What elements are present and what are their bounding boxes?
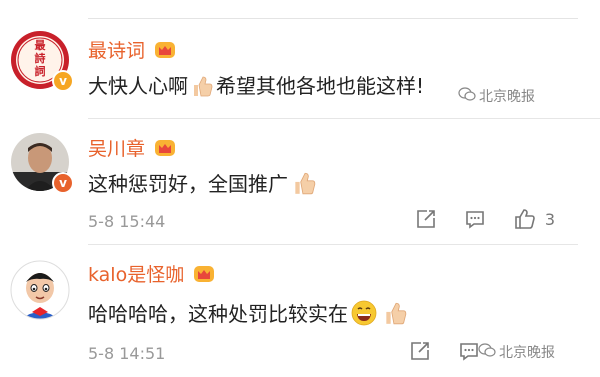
comment-item: kalo是怪咖 哈哈哈哈，这种处罚比较实在 5-8 14:51 北京晚报 <box>0 252 600 377</box>
avatar[interactable]: 最 詩 詞 v <box>10 30 74 92</box>
username-link[interactable]: kalo是怪咖 <box>88 260 215 289</box>
verified-badge-icon: v <box>52 70 74 92</box>
thumbs-up-icon <box>291 170 317 201</box>
repost-button[interactable] <box>415 208 437 230</box>
comment-text: 这种惩罚好，全国推广 <box>88 168 320 201</box>
username-link[interactable]: 吴川章 <box>88 134 176 163</box>
thumbs-up-icon <box>191 74 213 103</box>
reply-button[interactable] <box>464 208 486 230</box>
username-link[interactable]: 最诗词 <box>88 36 176 65</box>
verified-badge-icon: v <box>52 172 74 194</box>
member-crown-icon <box>154 40 176 65</box>
avatar[interactable] <box>10 260 70 320</box>
top-divider <box>88 18 578 19</box>
like-button[interactable]: 3 <box>513 208 555 230</box>
comment-icon <box>460 343 478 361</box>
timestamp: 5-8 15:44 <box>88 212 166 231</box>
repost-button[interactable] <box>409 340 431 362</box>
divider <box>88 244 578 245</box>
repost-icon <box>417 210 435 228</box>
watermark: 北京晚报 <box>478 342 555 362</box>
member-crown-icon <box>193 264 215 289</box>
repost-icon <box>411 342 429 360</box>
like-icon <box>515 209 535 229</box>
comment-actions <box>382 340 480 362</box>
comment-text: 哈哈哈哈，这种处罚比较实在 <box>88 298 410 331</box>
comment-item: v 吴川章 这种惩罚好，全国推广 5-8 15:44 3 <box>0 126 600 244</box>
comment-item: 最 詩 詞 v 最诗词 大快人心啊 希望其他各地也能这样! 北京晚报 <box>0 22 600 118</box>
timestamp: 5-8 14:51 <box>88 344 166 363</box>
like-count: 3 <box>544 209 555 229</box>
member-crown-icon <box>154 138 176 163</box>
grinning-face-icon <box>351 300 377 331</box>
comment-text: 大快人心啊 希望其他各地也能这样! <box>88 70 424 103</box>
thumbs-up-icon <box>383 300 407 331</box>
watermark: 北京晚报 <box>458 86 535 106</box>
divider <box>88 118 600 119</box>
wechat-icon <box>478 342 496 362</box>
avatar[interactable]: v <box>10 132 74 194</box>
comment-icon <box>466 211 484 229</box>
wechat-icon <box>458 86 476 106</box>
comment-actions: 3 <box>388 208 555 230</box>
reply-button[interactable] <box>458 340 480 362</box>
